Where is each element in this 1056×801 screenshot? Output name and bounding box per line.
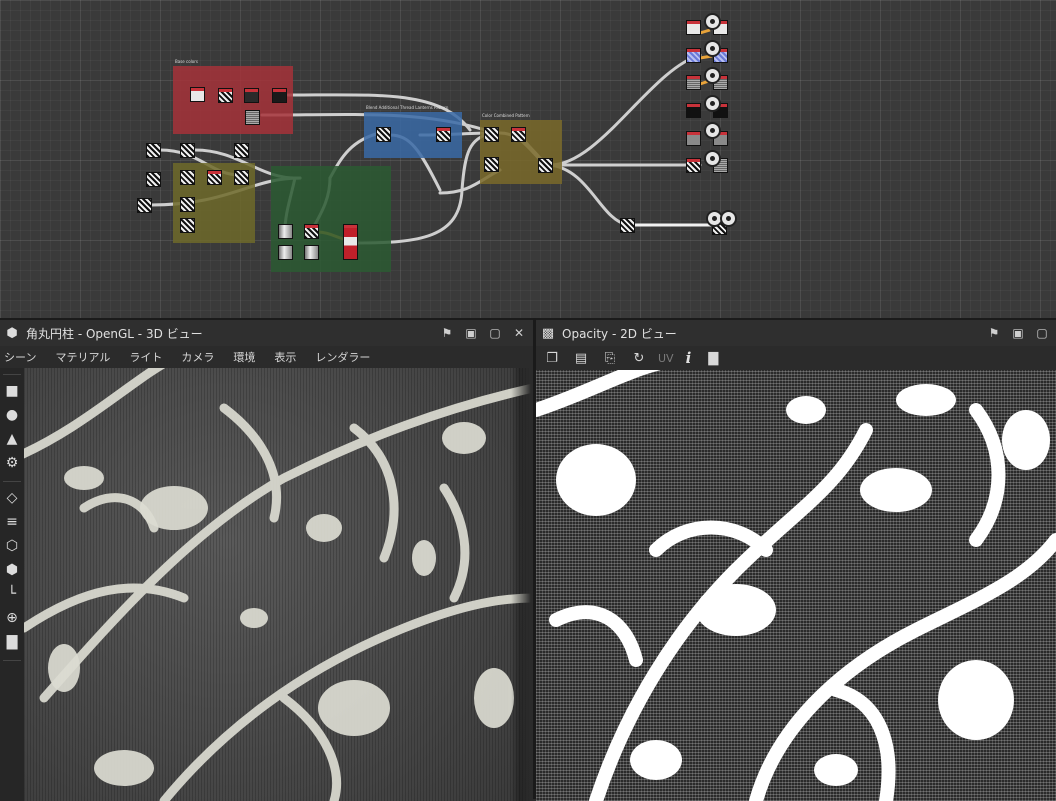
graph-node[interactable] — [686, 20, 701, 35]
info-icon[interactable]: i — [686, 349, 692, 367]
graph-node[interactable] — [245, 110, 260, 125]
camera-icon[interactable]: ■ — [0, 379, 24, 403]
2d-viewport[interactable] — [536, 370, 1056, 801]
dock-icon[interactable]: ▣ — [461, 323, 481, 343]
gizmo-icon[interactable]: ⊕ — [0, 606, 24, 630]
graph-node[interactable] — [234, 143, 249, 158]
graph-node[interactable] — [234, 170, 249, 185]
graph-node[interactable] — [278, 224, 293, 239]
axes-icon[interactable]: └ — [0, 582, 24, 606]
layers-icon[interactable]: ≡ — [0, 510, 24, 534]
output-node-icon[interactable] — [704, 122, 721, 139]
graph-node[interactable] — [180, 218, 195, 233]
graph-node[interactable] — [686, 131, 701, 146]
graph-node[interactable] — [343, 224, 358, 260]
2d-view-panel: ▩ Opacity - 2D ビュー ⚑ ▣ ▢ ❐ ▤ ⎘ ↻ UV i ▇ — [536, 318, 1056, 801]
graph-node[interactable] — [180, 170, 195, 185]
graph-node[interactable] — [146, 143, 161, 158]
toolbar-separator — [3, 368, 21, 375]
graph-node[interactable] — [180, 197, 195, 212]
output-node-icon[interactable] — [704, 150, 721, 167]
menu-camera[interactable]: カメラ — [181, 349, 214, 365]
frame-title: Base colors — [175, 59, 198, 64]
output-node-icon[interactable] — [704, 13, 721, 30]
graph-node[interactable] — [190, 87, 205, 102]
copy-icon[interactable]: ⎘ — [600, 348, 620, 368]
graph-node[interactable] — [686, 158, 701, 173]
cube-icon: ⬢ — [6, 325, 18, 341]
menu-light[interactable]: ライト — [129, 349, 162, 365]
2d-view-titlebar: ▩ Opacity - 2D ビュー ⚑ ▣ ▢ — [536, 320, 1056, 346]
2d-view-toolbar: ❐ ▤ ⎘ ↻ UV i ▇ — [536, 346, 1056, 370]
3d-view-menubar: シーン マテリアル ライト カメラ 環境 表示 レンダラー — [0, 346, 533, 368]
wireframe-icon[interactable]: ◇ — [0, 486, 24, 510]
3d-view-title: 角丸円柱 - OpenGL - 3D ビュー — [26, 326, 203, 341]
graph-node[interactable] — [686, 75, 701, 90]
graph-node[interactable] — [137, 198, 152, 213]
cylinder-edge-shading — [511, 368, 533, 801]
graph-node[interactable] — [304, 224, 319, 239]
toolbar-separator — [3, 475, 21, 482]
graph-node[interactable] — [376, 127, 391, 142]
pin-icon[interactable]: ⚑ — [984, 323, 1004, 343]
dock-icon[interactable]: ▣ — [1008, 323, 1028, 343]
toolbar-separator — [3, 654, 21, 661]
graph-node[interactable] — [686, 103, 701, 118]
graph-node[interactable] — [538, 158, 553, 173]
opacity-pattern-2d — [536, 370, 1056, 801]
save-icon[interactable]: ▤ — [571, 348, 591, 368]
maximize-icon[interactable]: ▢ — [485, 323, 505, 343]
menu-display[interactable]: 表示 — [274, 349, 296, 365]
uv-dropdown[interactable]: UV — [658, 352, 674, 365]
histogram-icon[interactable]: ▇ — [0, 630, 24, 654]
3d-view-titlebar: ⬢ 角丸円柱 - OpenGL - 3D ビュー ⚑ ▣ ▢ ✕ — [0, 320, 533, 346]
graph-node[interactable] — [511, 127, 526, 142]
frame-title: Blend Additional Thread Lanterns Pattern — [366, 105, 449, 110]
pin-icon[interactable]: ⚑ — [437, 323, 457, 343]
graph-node[interactable] — [304, 245, 319, 260]
histogram-icon[interactable]: ▇ — [703, 348, 723, 368]
menu-environment[interactable]: 環境 — [233, 349, 255, 365]
graph-node[interactable] — [218, 88, 233, 103]
graph-node[interactable] — [244, 88, 259, 103]
graph-node[interactable] — [207, 170, 222, 185]
environment-icon[interactable]: ▲ — [0, 427, 24, 451]
graph-node[interactable] — [436, 127, 451, 142]
menu-scene[interactable]: シーン — [4, 349, 36, 365]
3d-view-panel: ⬢ 角丸円柱 - OpenGL - 3D ビュー ⚑ ▣ ▢ ✕ シーン マテリ… — [0, 318, 533, 801]
refresh-icon[interactable]: ↻ — [629, 348, 649, 368]
copy-view-icon[interactable]: ❐ — [542, 348, 562, 368]
graph-node[interactable] — [484, 157, 499, 172]
output-node-icon[interactable] — [704, 95, 721, 112]
3d-viewport[interactable] — [24, 368, 533, 801]
close-icon[interactable]: ✕ — [509, 323, 529, 343]
graph-node[interactable] — [146, 172, 161, 187]
output-node-icon[interactable] — [704, 67, 721, 84]
graph-node[interactable] — [180, 143, 195, 158]
menu-material[interactable]: マテリアル — [55, 349, 110, 365]
maximize-icon[interactable]: ▢ — [1032, 323, 1052, 343]
menu-renderer[interactable]: レンダラー — [315, 349, 370, 365]
output-node-icon[interactable] — [720, 210, 737, 227]
fabric-pattern-3d — [24, 368, 533, 801]
graph-node[interactable] — [686, 48, 701, 63]
3d-view-side-toolbar: ■ ● ▲ ⚙ ◇ ≡ ⬡ ⬢ └ ⊕ ▇ — [0, 368, 24, 801]
node-graph[interactable]: Base colors Blend Additional Thread Lant… — [0, 0, 1056, 318]
graph-node[interactable] — [278, 245, 293, 260]
checker-icon: ▩ — [541, 325, 555, 341]
graph-node[interactable] — [272, 88, 287, 103]
graph-node[interactable] — [484, 127, 499, 142]
light-bulb-icon[interactable]: ● — [0, 403, 24, 427]
cube-outline-icon[interactable]: ⬡ — [0, 534, 24, 558]
frame-title: Color Combined Pattern — [482, 113, 530, 118]
graph-node[interactable] — [620, 218, 635, 233]
cube-solid-icon[interactable]: ⬢ — [0, 558, 24, 582]
output-node-icon[interactable] — [704, 40, 721, 57]
2d-view-title: Opacity - 2D ビュー — [562, 326, 677, 341]
render-settings-icon[interactable]: ⚙ — [0, 451, 24, 475]
